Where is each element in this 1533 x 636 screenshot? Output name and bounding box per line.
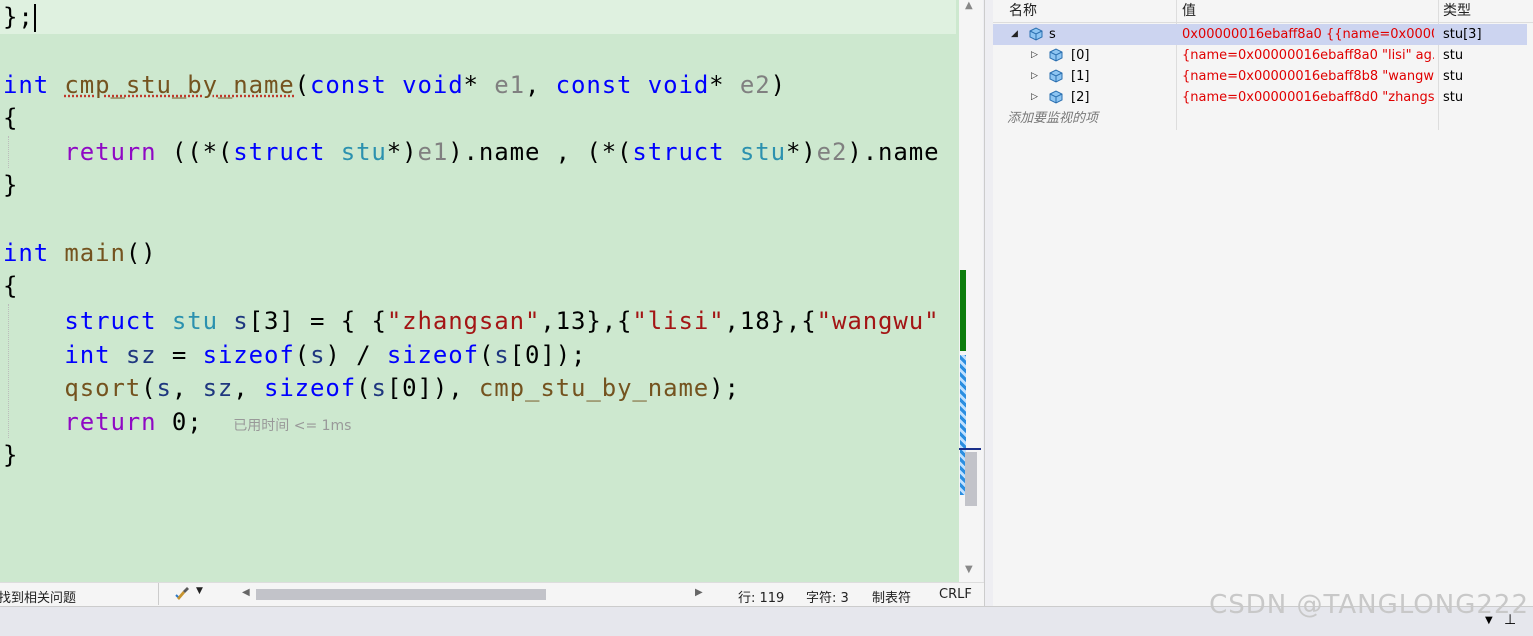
code-line[interactable]: return ((*(struct stu*)e1).name , (*(str… — [3, 135, 939, 169]
watch-row-type: stu — [1443, 69, 1464, 84]
chevron-down-icon[interactable]: ▼ — [196, 586, 203, 596]
editor-status-bar: 找到相关问题 ▼ ◀ ▶ 行: 119 字符: 3 制表符 CRLF — [0, 582, 984, 607]
brush-icon[interactable] — [174, 585, 192, 605]
watch-row-value[interactable]: 0x00000016ebaff8a0 {{name=0x0000... — [1182, 24, 1434, 45]
horizontal-scroll-thumb[interactable] — [256, 589, 546, 600]
editor-vertical-scrollbar[interactable]: ▲ ▼ — [959, 0, 983, 582]
indent-guide — [8, 304, 9, 438]
indent-guide — [8, 136, 9, 168]
watch-row-value[interactable]: {name=0x00000016ebaff8d0 "zhangs... — [1182, 87, 1434, 108]
expand-triangle-icon[interactable]: ▷ — [1031, 45, 1038, 66]
watch-row-type: stu — [1443, 90, 1464, 105]
watch-row-value[interactable]: {name=0x00000016ebaff8b8 "wangw... — [1182, 66, 1434, 87]
change-marker — [960, 270, 966, 351]
expand-triangle-icon[interactable]: ▷ — [1031, 66, 1038, 87]
column-header-name[interactable]: 名称 — [1009, 0, 1037, 22]
struct-cube-icon — [1029, 27, 1043, 41]
struct-cube-icon — [1049, 90, 1063, 104]
add-watch-row[interactable]: 添加要监视的项 — [993, 108, 1527, 129]
code-line[interactable]: { — [3, 101, 18, 135]
column-header-type[interactable]: 类型 — [1443, 0, 1471, 22]
watch-window: 名称 值 类型 ◢ s 0x00000016ebaff8a0 {{name=0x… — [993, 0, 1533, 606]
code-line[interactable]: qsort(s, sz, sizeof(s[0]), cmp_stu_by_na… — [3, 371, 740, 405]
scroll-thumb[interactable] — [965, 452, 977, 506]
code-line[interactable]: int main() — [3, 236, 157, 270]
code-line[interactable]: int sz = sizeof(s) / sizeof(s[0]); — [3, 338, 586, 372]
column-header-value[interactable]: 值 — [1182, 0, 1196, 22]
struct-cube-icon — [1049, 48, 1063, 62]
scroll-up-arrow-icon[interactable]: ▲ — [965, 0, 973, 11]
scroll-position-marker — [959, 448, 981, 450]
scroll-down-arrow-icon[interactable]: ▼ — [965, 564, 973, 575]
watch-row-type: stu[3] — [1443, 27, 1482, 42]
code-line[interactable]: int cmp_stu_by_name(const void* e1, cons… — [3, 68, 786, 102]
watch-row[interactable]: ▷ [2] {name=0x00000016ebaff8d0 "zhangs..… — [993, 87, 1527, 108]
watch-row-name: [2] — [1071, 90, 1090, 105]
watch-row-value[interactable]: {name=0x00000016ebaff8a0 "lisi" ag... — [1182, 45, 1434, 66]
add-watch-input[interactable]: 添加要监视的项 — [1007, 108, 1177, 129]
code-line[interactable]: return 0; 已用时间 <= 1ms — [3, 405, 351, 439]
line-number-status[interactable]: 行: 119 — [738, 587, 784, 606]
watch-row[interactable]: ◢ s 0x00000016ebaff8a0 {{name=0x0000... … — [993, 24, 1527, 45]
code-line[interactable]: struct stu s[3] = { {"zhangsan",13},{"li… — [3, 304, 939, 338]
watch-row-name: [0] — [1071, 48, 1090, 63]
expand-triangle-icon[interactable]: ◢ — [1011, 24, 1018, 45]
scroll-right-arrow-icon[interactable]: ▶ — [695, 587, 703, 598]
code-line[interactable]: }; — [0, 0, 956, 34]
issues-status[interactable]: 找到相关问题 — [0, 587, 76, 606]
struct-cube-icon — [1049, 69, 1063, 83]
watch-row-name: [1] — [1071, 69, 1090, 84]
code-editor[interactable]: }; int cmp_stu_by_name(const void* e1, c… — [0, 0, 959, 582]
scroll-left-arrow-icon[interactable]: ◀ — [242, 587, 250, 598]
watch-row[interactable]: ▷ [1] {name=0x00000016ebaff8b8 "wangw...… — [993, 66, 1527, 87]
code-line[interactable]: { — [3, 269, 18, 303]
expand-triangle-icon[interactable]: ▷ — [1031, 87, 1038, 108]
watch-row-name: s — [1049, 27, 1056, 42]
line-ending-status[interactable]: CRLF — [939, 587, 972, 602]
tab-setting-status[interactable]: 制表符 — [872, 587, 911, 606]
watch-row-type: stu — [1443, 48, 1464, 63]
perf-tip-hint: 已用时间 <= 1ms — [233, 418, 352, 434]
watermark: CSDN @TANGLONG222 — [1209, 590, 1529, 620]
text-caret — [33, 4, 36, 32]
code-line[interactable]: } — [3, 438, 18, 472]
code-line[interactable]: } — [3, 168, 18, 202]
column-status[interactable]: 字符: 3 — [806, 587, 849, 606]
watch-row[interactable]: ▷ [0] {name=0x00000016ebaff8a0 "lisi" ag… — [993, 45, 1527, 66]
